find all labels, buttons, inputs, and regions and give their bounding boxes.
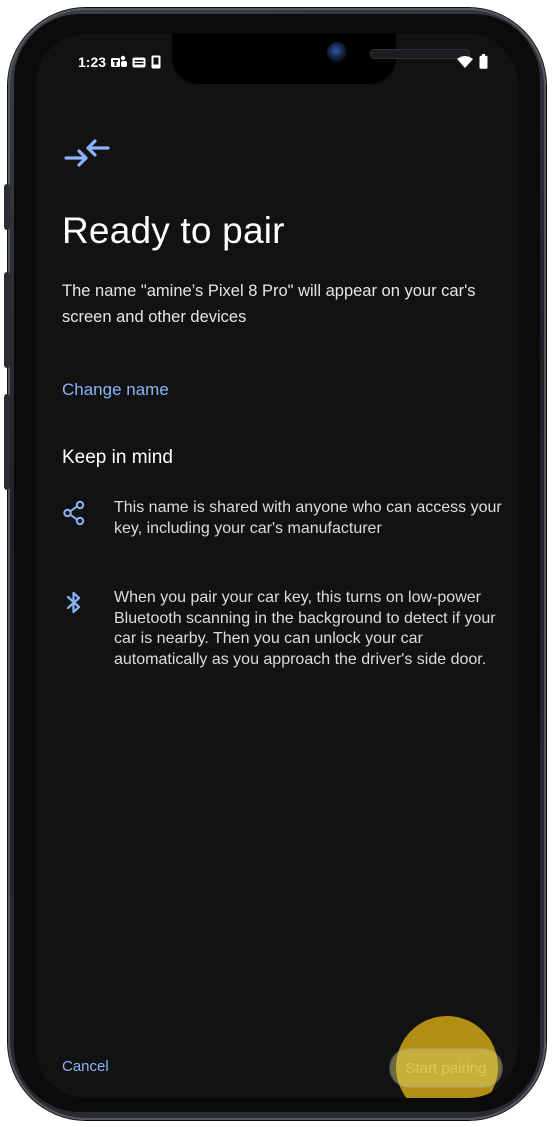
battery-icon: [479, 54, 488, 74]
status-time: 1:23: [78, 54, 107, 70]
share-icon: [62, 500, 86, 531]
change-name-link[interactable]: Change name: [62, 380, 169, 400]
info-text-bluetooth: When you pair your car key, this turns o…: [114, 589, 496, 668]
keep-in-mind-heading: Keep in mind: [62, 447, 173, 468]
volume-down-button: [4, 394, 10, 490]
page-title: Ready to pair: [62, 210, 285, 251]
bluetooth-icon: [64, 590, 84, 621]
app-screen: 1:23 Ready to pair The name "amine’s Pix…: [36, 34, 518, 1098]
cancel-button[interactable]: Cancel: [62, 1058, 109, 1075]
front-camera: [327, 42, 347, 62]
message-icon: [132, 56, 146, 69]
device-mockup: 1:23 Ready to pair The name "amine’s Pix…: [0, 0, 554, 1127]
start-pairing-button[interactable]: Start pairing: [390, 1049, 502, 1087]
pair-arrows-icon: [62, 136, 112, 175]
pairing-description: The name "amine’s Pixel 8 Pro" will appe…: [62, 282, 476, 326]
phone-status-icon: [151, 55, 161, 69]
status-bar-left: 1:23: [78, 54, 161, 70]
action-button: [4, 184, 10, 230]
speaker-grille: [370, 49, 470, 59]
notch: [172, 34, 470, 84]
status-bar-right: [457, 54, 488, 74]
info-text-shared-name: This name is shared with anyone who can …: [114, 499, 502, 537]
teams-icon: [111, 55, 128, 69]
wifi-icon: [457, 55, 473, 73]
volume-up-button: [4, 272, 10, 368]
